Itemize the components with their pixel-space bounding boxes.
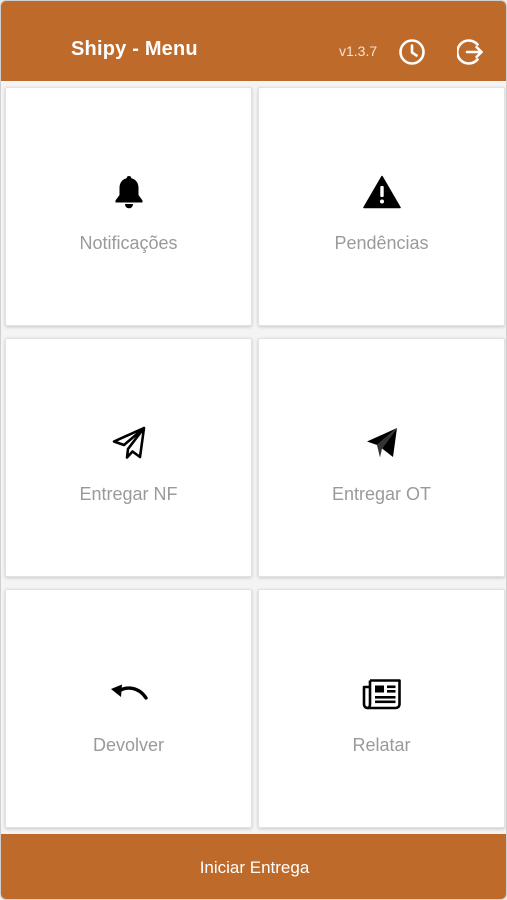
menu-tile-label: Relatar [352, 735, 411, 755]
menu-tile-entregar-ot[interactable]: Entregar OT [258, 338, 505, 577]
paper-plane-outline-icon [112, 426, 145, 459]
menu-tile-label: Notificações [79, 233, 178, 253]
menu-tile-pendencias[interactable]: Pendências [258, 87, 505, 326]
menu-tile-label: Entregar OT [331, 484, 432, 504]
logout-button[interactable] [456, 37, 486, 67]
paper-plane-filled-icon [366, 428, 397, 458]
app-header: Shipy - Menu v1.3.7 [1, 1, 506, 81]
newspaper-icon [362, 679, 401, 710]
menu-tile-entregar-nf[interactable]: Entregar NF [5, 338, 252, 577]
menu-tile-label: Entregar NF [79, 484, 178, 504]
menu-tile-notificacoes[interactable]: Notificações [5, 87, 252, 326]
history-button[interactable] [397, 37, 427, 67]
version-label: v1.3.7 [339, 43, 378, 59]
warning-icon [362, 175, 401, 209]
sign-out-icon [457, 39, 483, 65]
page-title: Shipy - Menu [71, 38, 198, 60]
menu-tile-label: Pendências [334, 233, 429, 253]
menu-tile-label: Devolver [92, 735, 165, 755]
clock-icon [399, 39, 425, 65]
undo-arrow-icon [110, 684, 148, 700]
start-delivery-label: Iniciar Entrega [199, 857, 310, 877]
start-delivery-button[interactable]: Iniciar Entrega [1, 834, 506, 899]
app-frame: Shipy - Menu v1.3.7 Notificações Pendênc… [0, 0, 507, 900]
menu-grid: Notificações Pendências Entregar NF Entr… [5, 87, 505, 829]
menu-tile-relatar[interactable]: Relatar [258, 589, 505, 828]
bell-icon [115, 176, 142, 209]
menu-tile-devolver[interactable]: Devolver [5, 589, 252, 828]
